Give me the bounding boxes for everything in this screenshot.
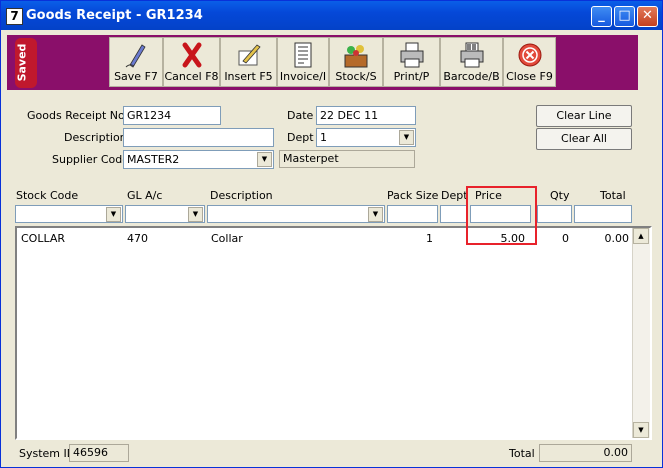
filter-qty[interactable] [537, 205, 572, 223]
description-field[interactable] [123, 128, 274, 147]
maximize-icon: □ [618, 8, 631, 23]
filter-dept[interactable] [440, 205, 468, 223]
scroll-down-icon[interactable]: ▼ [633, 422, 649, 438]
row-gl[interactable]: 470 [127, 232, 148, 245]
col-description: Description [210, 189, 273, 202]
cancel-button[interactable]: Cancel F8 [163, 37, 220, 87]
row-stock-code[interactable]: COLLAR [21, 232, 65, 245]
filter-stock-code[interactable]: ▼ [15, 205, 123, 223]
chevron-down-icon[interactable]: ▼ [257, 152, 272, 167]
row-qty[interactable]: 0 [537, 232, 569, 245]
vertical-scrollbar[interactable]: ▲ ▼ [632, 228, 650, 438]
system-id-value: 46596 [69, 444, 129, 462]
toolbar: Saved Save F7 Cancel F8 Insert F5 Invoic… [7, 35, 638, 90]
chevron-down-icon[interactable]: ▼ [368, 207, 383, 222]
close-icon: ✕ [642, 8, 653, 23]
col-total: Total [600, 189, 626, 202]
chevron-down-icon[interactable]: ▼ [188, 207, 203, 222]
col-pack-size: Pack Size [387, 189, 439, 202]
close-form-button[interactable]: Close F9 [503, 37, 556, 87]
date-field[interactable]: 22 DEC 11 [316, 106, 416, 125]
description-label: Description [64, 131, 127, 144]
date-label: Date [287, 109, 314, 122]
col-qty: Qty [550, 189, 570, 202]
row-description[interactable]: Collar [211, 232, 243, 245]
scroll-up-icon[interactable]: ▲ [633, 228, 649, 244]
row-pack-size[interactable]: 1 [387, 232, 433, 245]
supplier-code-label: Supplier Code [52, 153, 129, 166]
insert-icon [238, 44, 261, 66]
title-bar[interactable]: 7 Goods Receipt - GR1234 _ □ ✕ [1, 1, 662, 30]
clear-line-button[interactable]: Clear Line [536, 105, 632, 127]
supplier-code-value: MASTER2 [127, 153, 180, 166]
row-total[interactable]: 0.00 [577, 232, 630, 245]
dept-label: Dept [287, 131, 314, 144]
total-label: Total [509, 447, 535, 460]
dept-value: 1 [320, 131, 327, 144]
save-button[interactable]: Save F7 [109, 37, 163, 87]
barcode-printer-icon [460, 42, 483, 68]
close-circle-icon [518, 43, 541, 67]
supplier-name: Masterpet [279, 150, 415, 168]
invoice-button[interactable]: Invoice/I [277, 37, 329, 87]
filter-total[interactable] [574, 205, 632, 223]
supplier-code-select[interactable]: MASTER2 ▼ [123, 150, 274, 169]
col-stock-code: Stock Code [16, 189, 79, 202]
receipt-no-field[interactable]: GR1234 [123, 106, 221, 125]
pen-icon [125, 44, 146, 68]
print-button[interactable]: Print/P [383, 37, 440, 87]
system-id-label: System ID [19, 447, 76, 460]
col-gl: GL A/c [127, 189, 163, 202]
filter-description[interactable]: ▼ [207, 205, 385, 223]
window-title: Goods Receipt - GR1234 [26, 8, 203, 23]
price-highlight-box [466, 186, 537, 245]
stock-button[interactable]: Stock/S [329, 37, 383, 87]
barcode-button[interactable]: Barcode/B [440, 37, 503, 87]
total-value: 0.00 [539, 444, 632, 462]
chevron-down-icon[interactable]: ▼ [106, 207, 121, 222]
receipt-no-label: Goods Receipt No. [27, 109, 129, 122]
filter-pack-size[interactable] [387, 205, 438, 223]
line-items-grid[interactable]: COLLAR 470 Collar 1 5.00 0 0.00 ▲ ▼ [15, 226, 652, 440]
saved-badge: Saved [15, 38, 37, 88]
printer-icon [400, 42, 423, 68]
minimize-icon: _ [598, 8, 605, 23]
goods-receipt-window: 7 Goods Receipt - GR1234 _ □ ✕ Saved Sav… [0, 0, 663, 468]
invoice-icon [294, 42, 312, 68]
chevron-down-icon[interactable]: ▼ [399, 130, 414, 145]
app-icon[interactable]: 7 [6, 8, 23, 25]
insert-button[interactable]: Insert F5 [220, 37, 277, 87]
minimize-button[interactable]: _ [591, 6, 612, 27]
dept-select[interactable]: 1 ▼ [316, 128, 416, 147]
cross-icon [182, 42, 201, 68]
col-dept: Dept [441, 189, 468, 202]
stock-icon [344, 45, 368, 68]
clear-all-button[interactable]: Clear All [536, 128, 632, 150]
filter-gl[interactable]: ▼ [125, 205, 205, 223]
maximize-button[interactable]: □ [614, 6, 635, 27]
close-window-button[interactable]: ✕ [637, 6, 658, 27]
